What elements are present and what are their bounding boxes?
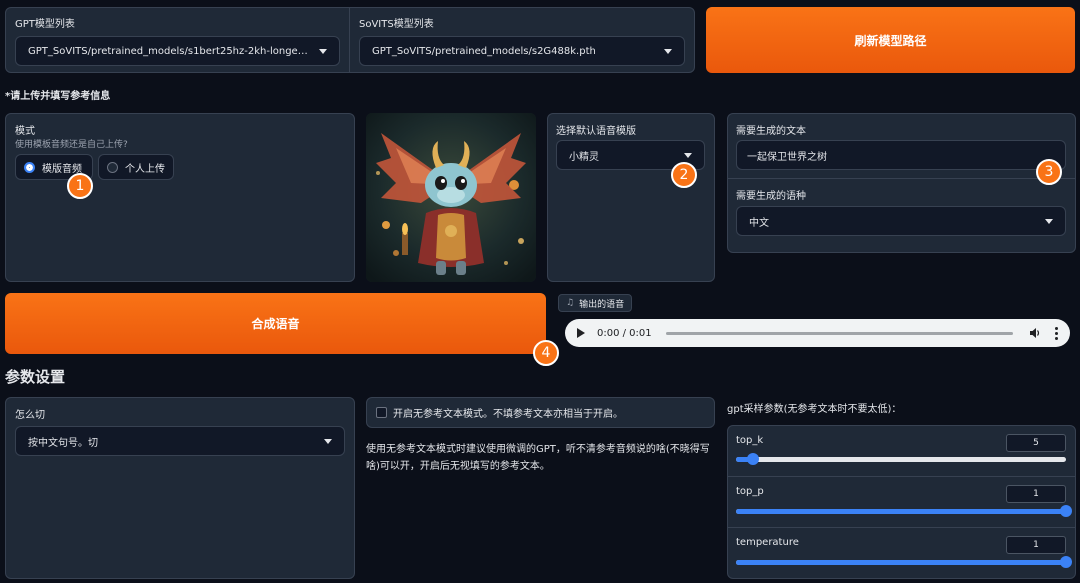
- chevron-down-icon: [684, 152, 692, 158]
- temperature-fill: [736, 560, 1066, 565]
- sovits-model-label: SoVITS模型列表: [359, 19, 434, 30]
- gpt-model-value: GPT_SoVITS/pretrained_models/s1bert25hz-…: [28, 45, 311, 57]
- top-p-fill: [736, 509, 1066, 514]
- radio-unchecked-icon: [107, 161, 118, 173]
- noref-checkbox-row[interactable]: 开启无参考文本模式。不填参考文本亦相当于开启。: [376, 405, 623, 420]
- volume-icon[interactable]: [1029, 327, 1041, 339]
- sampling-title: gpt采样参数(无参考文本时不要太低)：: [727, 404, 902, 415]
- top-k-thumb[interactable]: [746, 453, 759, 465]
- temperature-slider[interactable]: [736, 556, 1072, 568]
- mode-option-label: 模版音频: [42, 163, 82, 175]
- cut-dropdown[interactable]: 按中文句号。切: [15, 426, 345, 456]
- sovits-model-dropdown[interactable]: GPT_SoVITS/pretrained_models/s2G488k.pth: [359, 36, 685, 66]
- noref-checkbox-label: 开启无参考文本模式。不填参考文本亦相当于开启。: [393, 409, 623, 420]
- upload-hint: *请上传并填写参考信息: [5, 91, 111, 102]
- temperature-label: temperature: [736, 537, 799, 548]
- synthesize-button[interactable]: 合成语音: [5, 293, 546, 354]
- mode-option-label: 个人上传: [125, 163, 165, 175]
- template-voice-value: 小精灵: [569, 151, 599, 163]
- top-p-label: top_p: [736, 486, 764, 497]
- target-divider: [728, 178, 1075, 179]
- chevron-down-icon: [319, 48, 327, 54]
- gpt-model-label: GPT模型列表: [15, 19, 75, 30]
- target-text-input[interactable]: 一起保卫世界之树: [736, 140, 1066, 170]
- temperature-row: temperature 1: [728, 527, 1076, 578]
- volume-icon-graphic: [1030, 328, 1040, 338]
- top-p-slider[interactable]: [736, 505, 1072, 517]
- model-divider: [349, 8, 350, 72]
- mode-subtitle: 使用模板音频还是自己上传?: [15, 140, 128, 150]
- mode-option-upload[interactable]: 个人上传: [98, 154, 174, 180]
- more-vert-icon[interactable]: [1055, 326, 1058, 340]
- chevron-down-icon: [324, 438, 332, 444]
- annotation-marker-1: 1: [67, 173, 93, 199]
- cut-label: 怎么切: [15, 410, 45, 421]
- refresh-models-button[interactable]: 刷新模型路径: [706, 7, 1075, 73]
- audio-output-panel: ♫ 输出的语音 0:00 / 0:01: [557, 293, 1076, 354]
- top-p-input[interactable]: 1: [1006, 485, 1066, 503]
- dragon-character-illustration: [366, 113, 536, 282]
- template-voice-panel: [547, 113, 715, 282]
- params-title: 参数设置: [5, 368, 66, 386]
- sovits-model-value: GPT_SoVITS/pretrained_models/s2G488k.pth: [372, 45, 596, 57]
- noref-checkbox[interactable]: [376, 407, 387, 418]
- top-p-row: top_p 1: [728, 476, 1076, 527]
- template-voice-label: 选择默认语音模版: [556, 126, 636, 137]
- audio-output-label: 输出的语音: [579, 299, 625, 310]
- noref-note: 使用无参考文本模式时建议使用微调的GPT，听不清参考音频说的啥(不晓得写啥)可以…: [366, 444, 710, 472]
- character-image: [366, 113, 536, 282]
- music-note-icon: ♫: [566, 298, 575, 308]
- top-k-label: top_k: [736, 435, 764, 446]
- play-icon[interactable]: [577, 328, 585, 338]
- target-lang-dropdown[interactable]: 中文: [736, 206, 1066, 236]
- annotation-marker-2: 2: [671, 162, 697, 188]
- mode-title: 模式: [15, 126, 35, 137]
- target-lang-label: 需要生成的语种: [736, 191, 806, 202]
- gpt-model-dropdown[interactable]: GPT_SoVITS/pretrained_models/s1bert25hz-…: [15, 36, 340, 66]
- target-lang-value: 中文: [749, 217, 769, 229]
- cut-value: 按中文句号。切: [28, 437, 98, 449]
- target-text-value: 一起保卫世界之树: [747, 151, 827, 163]
- annotation-marker-4: 4: [533, 340, 559, 366]
- chevron-down-icon: [664, 48, 672, 54]
- temperature-input[interactable]: 1: [1006, 536, 1066, 554]
- chevron-down-icon: [1045, 218, 1053, 224]
- top-p-thumb[interactable]: [1060, 505, 1072, 517]
- top-k-slider[interactable]: [736, 453, 1066, 465]
- audio-time: 0:00 / 0:01: [597, 327, 652, 339]
- annotation-marker-3: 3: [1036, 159, 1062, 185]
- target-text-label: 需要生成的文本: [736, 126, 806, 137]
- audio-progress-bar[interactable]: [665, 331, 1013, 335]
- radio-checked-icon: [24, 161, 35, 173]
- temperature-thumb[interactable]: [1060, 556, 1072, 568]
- audio-player[interactable]: 0:00 / 0:01: [565, 319, 1070, 347]
- cut-panel: [5, 397, 355, 579]
- top-k-row: top_k 5: [728, 426, 1076, 476]
- audio-output-tab: ♫ 输出的语音: [558, 294, 633, 312]
- top-k-input[interactable]: 5: [1006, 434, 1066, 452]
